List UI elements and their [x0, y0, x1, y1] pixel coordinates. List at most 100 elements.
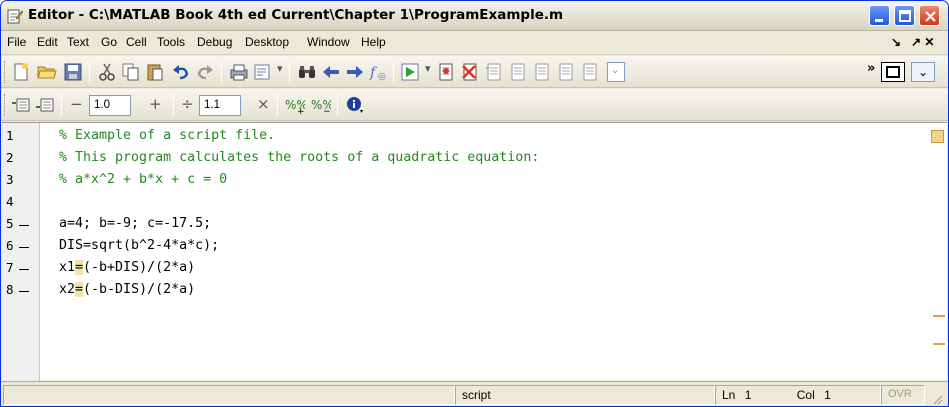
set-breakpoint-icon[interactable]	[437, 62, 457, 82]
menu-tools[interactable]: Tools	[157, 35, 185, 49]
toolbar-separator	[173, 94, 174, 116]
cell-toolbar: − 1.0 + ÷ 1.1 × %%+ %%−	[1, 89, 948, 121]
breakpoint-marker[interactable]	[19, 247, 29, 248]
print-icon[interactable]	[229, 62, 249, 82]
notes-menu-icon[interactable]	[253, 62, 273, 82]
warning-marker[interactable]	[933, 343, 945, 345]
step-icon[interactable]	[485, 62, 505, 82]
menu-desktop[interactable]: Desktop	[245, 35, 289, 49]
toolbar-separator	[89, 61, 90, 83]
resize-grip-icon[interactable]	[931, 393, 943, 405]
code-token: (-b-DIS)/(2*a)	[83, 282, 196, 297]
toolbar-separator	[393, 61, 394, 83]
menu-go[interactable]: Go	[101, 35, 117, 49]
dropdown-arrow-icon[interactable]: ▾	[277, 62, 283, 75]
menu-debug[interactable]: Debug	[197, 35, 232, 49]
main-toolbar: ▾ f ◎ ▾ ⌄ » ⌄	[1, 56, 948, 88]
line-number-gutter: 1 2 3 4 5 6 7 8	[2, 123, 40, 381]
new-file-icon[interactable]	[11, 62, 31, 82]
decrement-value-field[interactable]: 1.0	[89, 95, 131, 116]
step-in-icon[interactable]	[509, 62, 529, 82]
line-number: 6	[6, 238, 14, 253]
line-number: 3	[6, 172, 14, 187]
maximize-icon	[899, 10, 911, 22]
run-icon[interactable]	[401, 62, 421, 82]
toolbar-overflow-icon[interactable]: »	[867, 61, 875, 76]
decrement-button[interactable]: −	[70, 95, 83, 113]
cut-icon[interactable]	[97, 62, 117, 82]
divide-button[interactable]: ÷	[181, 95, 194, 113]
line-number: 5	[6, 216, 14, 231]
line-value: 1	[744, 388, 752, 402]
menu-file[interactable]: File	[7, 35, 26, 49]
step-out-icon[interactable]	[533, 62, 553, 82]
close-icon	[925, 11, 936, 22]
mlint-status-indicator[interactable]	[931, 130, 944, 143]
line-number: 2	[6, 150, 14, 165]
menu-cell[interactable]: Cell	[126, 35, 147, 49]
find-binoculars-icon[interactable]	[297, 62, 317, 82]
line-label: Ln	[722, 388, 736, 402]
copy-icon[interactable]	[121, 62, 141, 82]
line-number: 7	[6, 260, 14, 275]
back-arrow-icon[interactable]	[321, 62, 341, 82]
code-line: % This program calculates the roots of a…	[59, 150, 540, 165]
menu-window[interactable]: Window	[307, 35, 350, 49]
overwrite-indicator: OVR	[881, 385, 925, 405]
warning-highlight[interactable]: =	[75, 282, 84, 297]
insert-comment-icon[interactable]: %%+	[285, 95, 305, 115]
toolbar-separator	[61, 94, 62, 116]
minimize-button[interactable]	[869, 5, 890, 26]
increment-button[interactable]: +	[149, 95, 162, 113]
info-icon[interactable]	[345, 95, 365, 115]
undo-icon[interactable]	[171, 62, 191, 82]
exit-debug-icon[interactable]	[581, 62, 601, 82]
layout-button[interactable]	[881, 62, 905, 82]
menu-edit[interactable]: Edit	[37, 35, 58, 49]
remove-comment-icon[interactable]: %%−	[311, 95, 331, 115]
maximize-button[interactable]	[894, 5, 915, 26]
dock-close-controls[interactable]: ↗ ✕	[911, 35, 934, 49]
svg-text:−: −	[323, 107, 331, 115]
menu-text[interactable]: Text	[67, 35, 89, 49]
breakpoint-marker[interactable]	[19, 269, 29, 270]
layout-dropdown[interactable]: ⌄	[911, 62, 935, 82]
minimize-icon	[875, 19, 883, 22]
toolbar-grip[interactable]	[4, 94, 7, 116]
eval-cell-advance-icon[interactable]	[35, 95, 55, 115]
multiply-value-field[interactable]: 1.1	[199, 95, 241, 116]
stack-dropdown[interactable]: ⌄	[607, 62, 625, 82]
undock-icon[interactable]: ↘	[891, 35, 901, 49]
clear-breakpoints-icon[interactable]	[461, 62, 481, 82]
warning-marker[interactable]	[933, 315, 945, 317]
eval-cell-icon[interactable]	[11, 95, 31, 115]
code-editor[interactable]: 1 2 3 4 5 6 7 8 % Example of a script fi…	[2, 122, 947, 381]
paste-icon[interactable]	[145, 62, 165, 82]
open-folder-icon[interactable]	[37, 62, 57, 82]
redo-icon[interactable]	[195, 62, 215, 82]
window-title: Editor - C:\MATLAB Book 4th ed Current\C…	[28, 7, 564, 23]
close-button[interactable]	[919, 5, 940, 26]
code-token: (-b+DIS)/(2*a)	[83, 260, 196, 275]
forward-arrow-icon[interactable]	[345, 62, 365, 82]
code-line: x2=(-b-DIS)/(2*a)	[59, 282, 195, 297]
line-number: 8	[6, 282, 14, 297]
toolbar-grip[interactable]	[4, 61, 7, 83]
chevron-down-icon: ⌄	[918, 65, 929, 79]
breakpoint-marker[interactable]	[19, 225, 29, 226]
toolbar-separator	[289, 61, 290, 83]
warning-highlight[interactable]: =	[75, 260, 84, 275]
window-layout-icon	[886, 66, 900, 78]
title-bar[interactable]: Editor - C:\MATLAB Book 4th ed Current\C…	[1, 1, 948, 31]
function-icon[interactable]: f ◎	[369, 62, 389, 82]
toolbar-separator	[337, 94, 338, 116]
svg-text:◎: ◎	[378, 72, 386, 82]
menu-help[interactable]: Help	[361, 35, 386, 49]
save-icon[interactable]	[63, 62, 83, 82]
multiply-button[interactable]: ×	[257, 95, 270, 113]
run-dropdown-icon[interactable]: ▾	[425, 62, 431, 75]
status-message	[3, 385, 455, 405]
breakpoint-marker[interactable]	[19, 291, 29, 292]
code-token: x2	[59, 282, 76, 297]
continue-icon[interactable]	[557, 62, 577, 82]
